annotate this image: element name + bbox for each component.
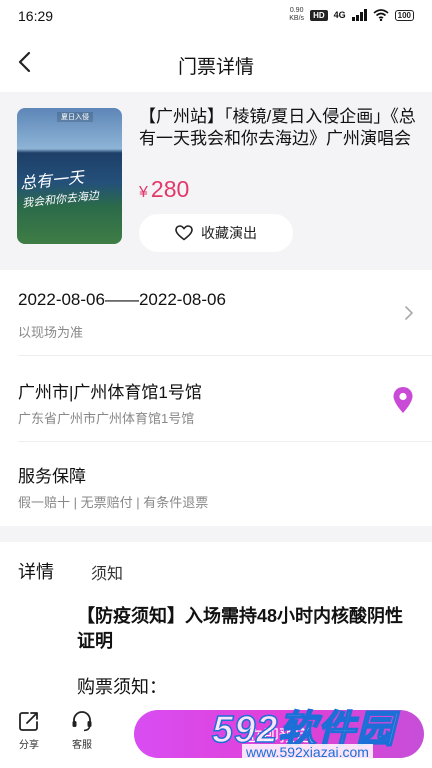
status-bar: 16:29 0.90 KB/s HD 4G 100	[0, 0, 432, 34]
status-icons: 0.90 KB/s HD 4G 100	[289, 7, 414, 23]
date-note: 以现场为准	[18, 325, 84, 340]
section-divider	[0, 526, 432, 542]
headset-icon	[72, 711, 92, 732]
customer-service-button[interactable]: 客服	[65, 710, 99, 751]
signal-icon	[351, 9, 367, 21]
book-now-button[interactable]: 立即预定	[134, 710, 424, 758]
location-pin-icon[interactable]	[392, 386, 414, 414]
page-title: 门票详情	[177, 57, 254, 78]
share-label: 分享	[19, 740, 39, 751]
bottom-bar: 分享 客服 立即预定	[0, 702, 432, 768]
date-range: 2022-08-06——2022-08-06	[18, 290, 226, 309]
venue-address: 广东省广州市广州体育馆1号馆	[18, 411, 195, 426]
product-title: 【广州站】「棱镜/夏日入侵企画」《总有一天我会和你去海边》广州演唱会	[139, 107, 416, 148]
status-time: 16:29	[18, 8, 54, 24]
price: ¥280	[139, 176, 189, 203]
network-speed: 0.90 KB/s	[289, 7, 305, 22]
date-row[interactable]: 2022-08-06——2022-08-06 以现场为准	[0, 270, 432, 356]
poster-text: 总有一天 我会和你去海边	[19, 167, 100, 210]
price-symbol: ¥	[139, 184, 148, 201]
share-button[interactable]: 分享	[12, 710, 46, 751]
tab-notice[interactable]: 须知	[91, 560, 123, 584]
tab-detail[interactable]: 详情	[18, 558, 54, 584]
service-title: 服务保障	[18, 467, 86, 486]
share-icon	[19, 712, 38, 731]
header: 门票详情	[0, 34, 432, 92]
product-card: 夏日入侵 总有一天 我会和你去海边 【广州站】「棱镜/夏日入侵企画」《总有一天我…	[0, 92, 432, 270]
battery-icon: 100	[394, 9, 414, 21]
poster-tag: 夏日入侵	[57, 112, 93, 122]
price-value: 280	[150, 176, 190, 202]
notice-heading: 【防疫须知】入场需持48小时内核酸阴性证明	[77, 606, 404, 651]
venue-name: 广州市|广州体育馆1号馆	[18, 383, 202, 402]
purchase-notice-label: 购票须知：	[77, 677, 167, 697]
favorite-button[interactable]: 收藏演出	[139, 214, 293, 252]
hd-icon: HD	[310, 9, 328, 21]
venue-row[interactable]: 广州市|广州体育馆1号馆 广东省广州市广州体育馆1号馆	[0, 356, 432, 442]
service-label: 客服	[72, 740, 92, 751]
network-type: 4G	[333, 10, 346, 20]
poster-image[interactable]: 夏日入侵 总有一天 我会和你去海边	[17, 108, 122, 244]
wifi-icon	[373, 9, 389, 21]
detail-tabs: 详情 须知	[0, 542, 432, 596]
favorite-label: 收藏演出	[201, 225, 257, 241]
chevron-right-icon	[405, 306, 414, 320]
service-row[interactable]: 服务保障 假一赔十 | 无票赔付 | 有条件退票	[0, 442, 432, 526]
heart-icon	[175, 225, 193, 241]
service-items: 假一赔十 | 无票赔付 | 有条件退票	[18, 495, 209, 510]
